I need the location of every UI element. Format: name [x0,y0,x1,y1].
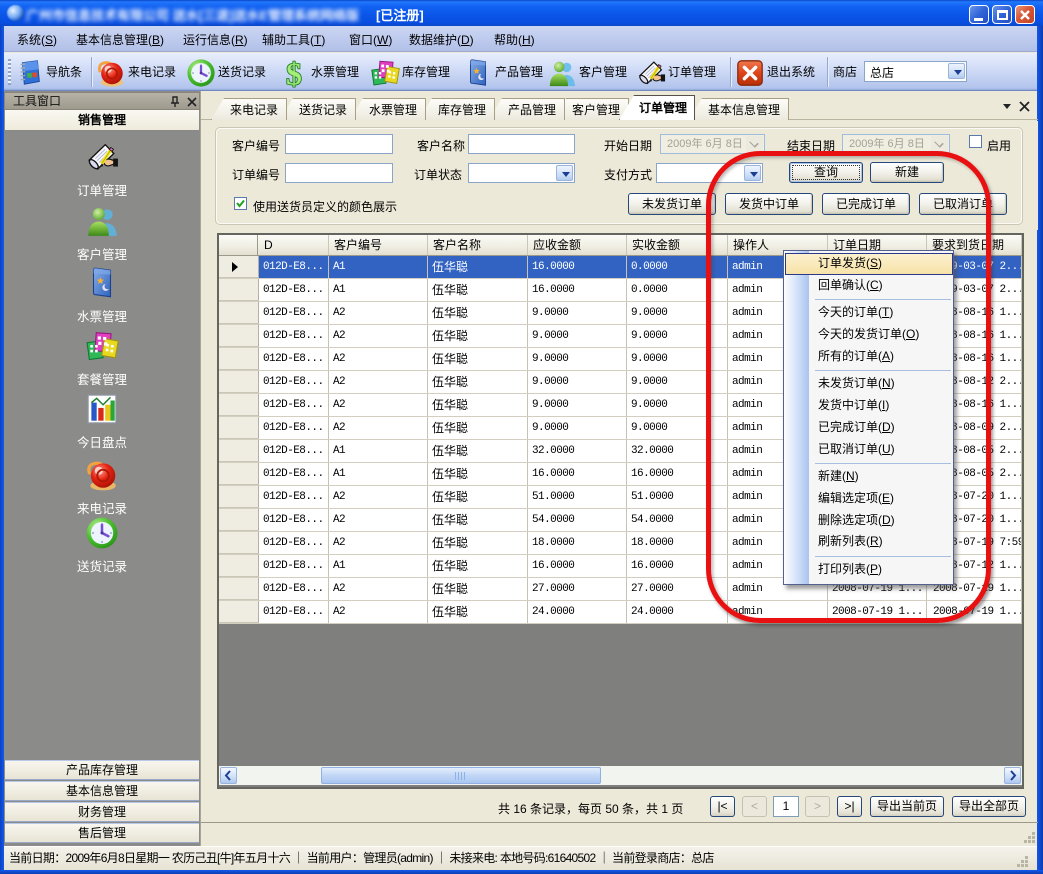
svg-text:$: $ [286,58,302,88]
